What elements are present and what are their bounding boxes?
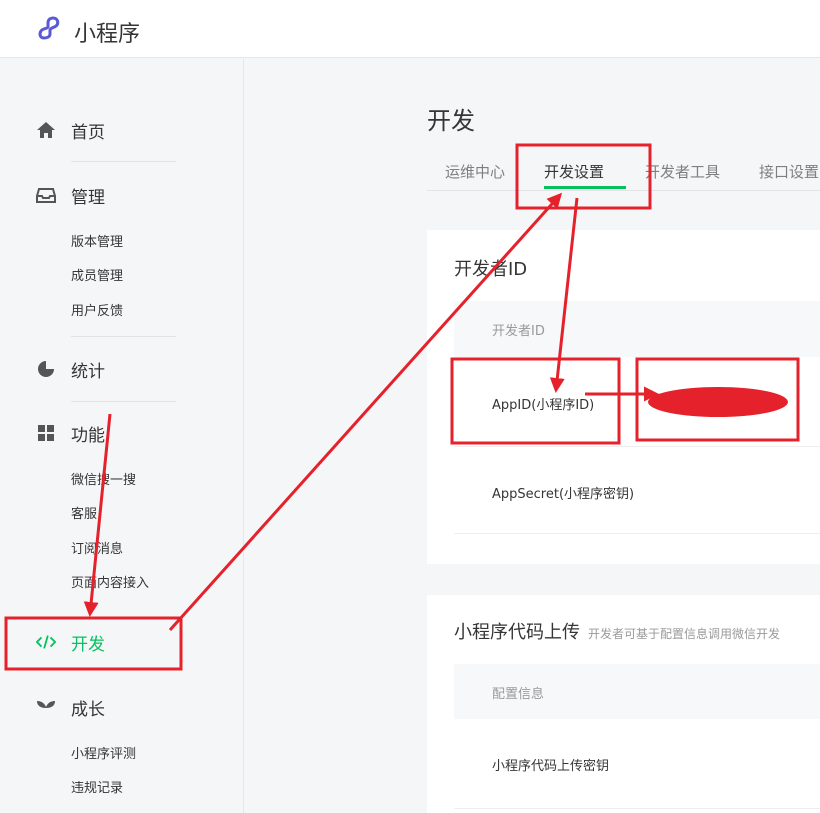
sidebar-item-growth[interactable]: 成长 <box>0 687 244 727</box>
grid-icon <box>36 423 56 443</box>
sidebar-item-stats[interactable]: 统计 <box>0 349 244 389</box>
sidebar-subitem-violations[interactable]: 违规记录 <box>71 779 123 799</box>
sidebar-item-label: 开发 <box>71 634 105 655</box>
sidebar-subitem-evaluation[interactable]: 小程序评测 <box>71 745 136 765</box>
card-title-text: 小程序代码上传 <box>454 622 580 643</box>
main-content: 开发 运维中心 开发设置 开发者工具 接口设置 开发者ID 开发者ID AppI… <box>245 59 820 813</box>
tab-api-settings[interactable]: 接口设置 <box>759 161 819 182</box>
table-header: 配置信息 <box>454 664 820 719</box>
sidebar-item-label: 管理 <box>71 187 105 208</box>
tab-bar: 运维中心 开发设置 开发者工具 接口设置 <box>427 155 820 191</box>
sidebar-item-develop[interactable]: 开发 <box>0 622 244 662</box>
sidebar-subitem-version[interactable]: 版本管理 <box>71 233 123 253</box>
card-title: 小程序代码上传 开发者可基于配置信息调用微信开发 <box>454 618 780 644</box>
appsecret-label: AppSecret(小程序密钥) <box>492 487 635 502</box>
pie-chart-icon <box>36 359 56 379</box>
sidebar-item-features[interactable]: 功能 <box>0 413 244 453</box>
home-icon <box>36 120 56 140</box>
table-header-label: 配置信息 <box>492 687 545 702</box>
page-title: 开发 <box>427 107 475 135</box>
sidebar-subitem-feedback[interactable]: 用户反馈 <box>71 302 123 322</box>
top-bar: 小程序 <box>0 0 820 58</box>
sidebar-subitem-page-content[interactable]: 页面内容接入 <box>71 574 149 594</box>
inbox-icon <box>36 185 56 205</box>
table-row: 小程序代码上传密钥 <box>454 719 820 809</box>
sidebar-subitem-subscribe-message[interactable]: 订阅消息 <box>71 540 123 560</box>
sidebar-item-label: 功能 <box>71 425 105 446</box>
tab-dev-tools[interactable]: 开发者工具 <box>645 161 720 182</box>
sidebar-subitem-members[interactable]: 成员管理 <box>71 267 123 287</box>
divider <box>71 336 176 337</box>
sidebar-subitem-wechat-search[interactable]: 微信搜一搜 <box>71 471 136 491</box>
sidebar-item-label: 统计 <box>71 361 105 382</box>
sprout-icon <box>36 697 56 717</box>
sidebar-item-label: 首页 <box>71 122 105 143</box>
code-upload-card: 小程序代码上传 开发者可基于配置信息调用微信开发 配置信息 小程序代码上传密钥 <box>427 595 820 813</box>
table-row: AppID(小程序ID) <box>454 357 820 447</box>
table-row: AppSecret(小程序密钥) <box>454 447 820 534</box>
sidebar-item-home[interactable]: 首页 <box>0 110 244 150</box>
sidebar: 首页 管理 版本管理 成员管理 用户反馈 统计 功能 微信搜一搜 客服 订阅消息… <box>0 59 244 813</box>
sidebar-subitem-customer-service[interactable]: 客服 <box>71 505 97 525</box>
divider <box>71 161 176 162</box>
tab-ops-center[interactable]: 运维中心 <box>445 161 505 182</box>
sidebar-item-label: 成长 <box>71 699 105 720</box>
mini-program-logo-icon[interactable] <box>36 14 66 44</box>
appid-label: AppID(小程序ID) <box>492 398 595 413</box>
sidebar-item-manage[interactable]: 管理 <box>0 175 244 215</box>
code-icon <box>36 632 56 652</box>
active-tab-indicator <box>544 186 626 189</box>
divider <box>71 401 176 402</box>
card-title: 开发者ID <box>454 259 528 280</box>
upload-key-label: 小程序代码上传密钥 <box>492 759 610 774</box>
app-title: 小程序 <box>74 22 141 47</box>
table-header: 开发者ID <box>454 301 820 357</box>
tab-dev-settings[interactable]: 开发设置 <box>544 161 604 182</box>
card-subtitle: 开发者可基于配置信息调用微信开发 <box>588 627 781 641</box>
table-header-label: 开发者ID <box>492 324 545 339</box>
developer-id-card: 开发者ID 开发者ID AppID(小程序ID) AppSecret(小程序密钥… <box>427 230 820 564</box>
